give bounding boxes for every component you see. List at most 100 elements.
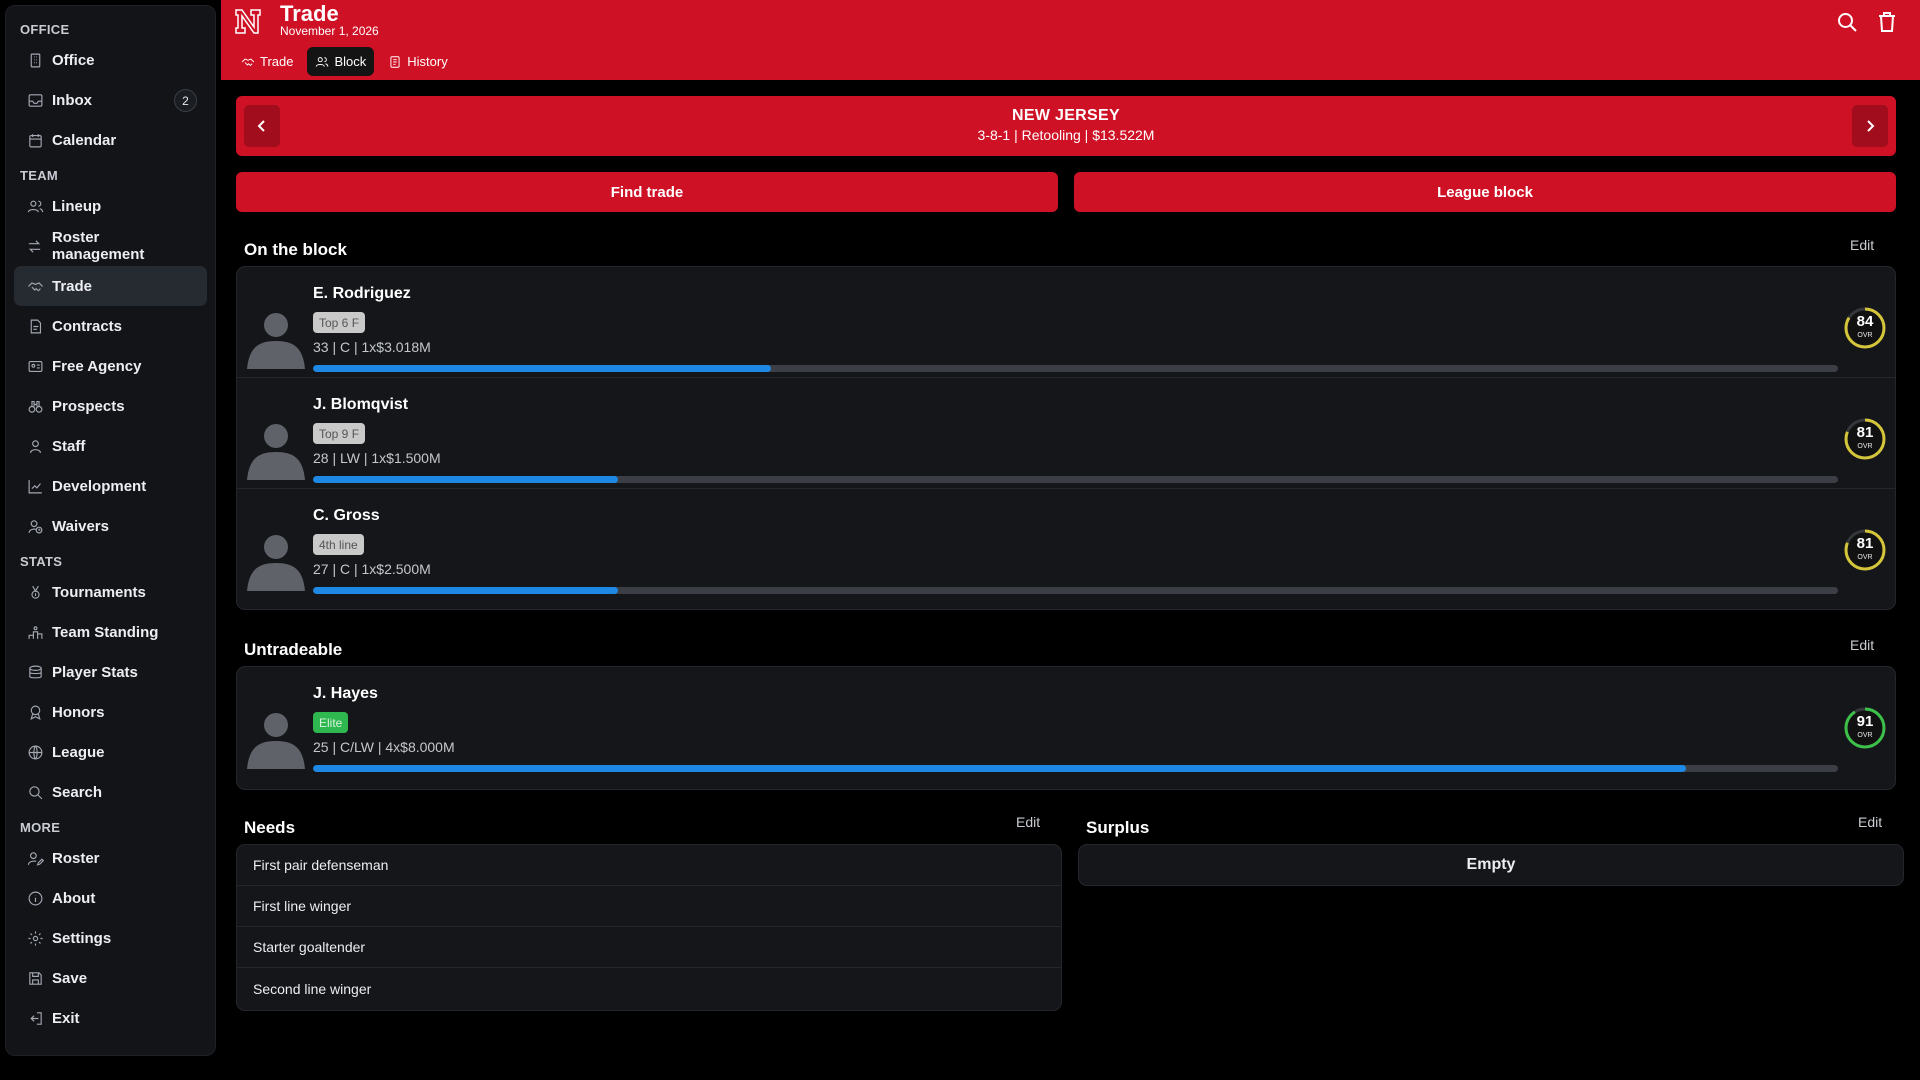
tab-history[interactable]: History	[380, 47, 455, 76]
chevron-left-icon	[257, 120, 265, 132]
player-row[interactable]: J. Blomqvist Top 9 F 28 | LW | 1x$1.500M…	[237, 378, 1895, 489]
player-row[interactable]: C. Gross 4th line 27 | C | 1x$2.500M 81 …	[237, 489, 1895, 600]
find-trade-button[interactable]: Find trade	[236, 172, 1058, 212]
tab-block[interactable]: Block	[307, 47, 375, 76]
id-card-icon	[26, 357, 44, 375]
header: Trade November 1, 2026 Trade Block Histo…	[221, 0, 1920, 80]
surplus-edit-link[interactable]: Edit	[1858, 814, 1882, 830]
player-name: E. Rodriguez	[313, 285, 411, 302]
tab-block-label: Block	[334, 54, 367, 69]
sidebar-item-prospects[interactable]: Prospects	[14, 386, 207, 426]
handshake-icon	[241, 58, 255, 66]
sidebar-item-exit[interactable]: Exit	[14, 998, 207, 1038]
search-icon	[26, 783, 44, 801]
search-icon	[1838, 13, 1857, 32]
sidebar-item-about[interactable]: About	[14, 878, 207, 918]
sidebar-item-waivers[interactable]: Waivers	[14, 506, 207, 546]
sidebar-item-calendar[interactable]: Calendar	[14, 120, 207, 160]
sidebar-item-staff[interactable]: Staff	[14, 426, 207, 466]
sidebar-item-honors[interactable]: Honors	[14, 692, 207, 732]
users-icon	[316, 56, 329, 67]
user-edit-icon	[26, 849, 44, 867]
overall-rating-value: 91	[1856, 713, 1874, 730]
player-row[interactable]: E. Rodriguez Top 6 F 33 | C | 1x$3.018M …	[237, 267, 1895, 378]
calendar-icon	[26, 131, 44, 149]
globe-icon	[26, 743, 44, 761]
untradeable-edit-link[interactable]: Edit	[1850, 637, 1874, 653]
overall-rating-label: OVR	[1857, 554, 1873, 561]
sidebar-item-inbox[interactable]: Inbox 2	[14, 80, 207, 120]
tab-bar: Trade Block History	[233, 47, 456, 76]
sidebar-section-office: OFFICE	[20, 22, 70, 37]
sidebar-item-label: Tournaments	[52, 583, 146, 601]
sidebar-item-label: Save	[52, 969, 88, 987]
sidebar-item-contracts[interactable]: Contracts	[14, 306, 207, 346]
tab-trade-label: Trade	[260, 54, 294, 69]
next-team-button[interactable]	[1852, 105, 1888, 147]
sidebar-item-label: Staff	[52, 437, 86, 455]
sidebar-item-team-standing[interactable]: Team Standing	[14, 612, 207, 652]
sidebar-item-label: Honors	[52, 703, 105, 721]
previous-team-button[interactable]	[244, 105, 280, 147]
sidebar-item-tournaments[interactable]: Tournaments	[14, 572, 207, 612]
sidebar-item-label: Free Agency	[52, 357, 142, 375]
player-avatar-icon	[247, 424, 305, 480]
sidebar-item-league[interactable]: League	[14, 732, 207, 772]
needs-list-item[interactable]: First line winger	[237, 886, 1061, 927]
sidebar-item-roster-management[interactable]: Roster management	[14, 226, 207, 266]
sidebar-item-label: Search	[52, 783, 103, 801]
player-progress-fill	[313, 587, 618, 594]
player-progress-fill	[313, 365, 771, 372]
player-progress-bar	[313, 587, 1838, 594]
overall-rating-label: OVR	[1857, 332, 1873, 339]
sidebar-item-search[interactable]: Search	[14, 772, 207, 812]
sidebar-item-free-agency[interactable]: Free Agency	[14, 346, 207, 386]
on-the-block-edit-link[interactable]: Edit	[1850, 237, 1874, 253]
player-progress-fill	[313, 765, 1686, 772]
swap-icon	[26, 237, 44, 255]
needs-list: First pair defenseman First line winger St…	[236, 844, 1062, 1011]
sidebar-item-roster[interactable]: Roster	[14, 838, 207, 878]
sidebar-item-label: League	[52, 743, 105, 761]
save-icon	[26, 969, 44, 987]
history-icon	[390, 55, 400, 68]
needs-title: Needs	[244, 818, 296, 837]
untradeable-card: J. Hayes Elite 25 | C/LW | 4x$8.000M 91 …	[236, 666, 1896, 790]
sidebar-item-settings[interactable]: Settings	[14, 918, 207, 958]
needs-edit-link[interactable]: Edit	[1016, 814, 1040, 830]
sidebar-section-stats: STATS	[20, 554, 63, 569]
sidebar-item-trade[interactable]: Trade	[14, 266, 207, 306]
overall-rating-label: OVR	[1857, 732, 1873, 739]
sidebar-item-label: Roster management	[51, 229, 145, 263]
delete-button[interactable]	[1875, 10, 1899, 34]
database-icon	[26, 663, 44, 681]
sidebar-item-office[interactable]: Office	[14, 40, 207, 80]
needs-list-item[interactable]: First pair defenseman	[237, 845, 1061, 886]
team-banner: NEW JERSEY 3-8-1 | Retooling | $13.522M	[236, 96, 1896, 156]
player-name: J. Hayes	[313, 685, 378, 702]
sidebar-item-label: Trade	[52, 277, 93, 295]
overall-rating: 81 OVR	[1842, 416, 1888, 462]
exit-icon	[26, 1009, 44, 1027]
sidebar-item-label: Exit	[52, 1009, 80, 1027]
needs-list-item[interactable]: Starter goaltender	[237, 927, 1061, 968]
sidebar-item-label: Player Stats	[52, 663, 138, 681]
binoculars-icon	[26, 397, 44, 415]
overall-rating-value: 81	[1856, 535, 1874, 552]
league-block-button[interactable]: League block	[1074, 172, 1896, 212]
sidebar-item-lineup[interactable]: Lineup	[14, 186, 207, 226]
overall-rating-value: 84	[1856, 313, 1874, 330]
on-the-block-card: E. Rodriguez Top 6 F 33 | C | 1x$3.018M …	[236, 266, 1896, 610]
sidebar-item-development[interactable]: Development	[14, 466, 207, 506]
player-row[interactable]: J. Hayes Elite 25 | C/LW | 4x$8.000M 91 …	[237, 667, 1895, 778]
sidebar-item-label: Roster	[52, 849, 100, 867]
sidebar-item-save[interactable]: Save	[14, 958, 207, 998]
player-details: 27 | C | 1x$2.500M	[313, 561, 431, 577]
search-button[interactable]	[1835, 10, 1859, 34]
sidebar-item-player-stats[interactable]: Player Stats	[14, 652, 207, 692]
tab-trade[interactable]: Trade	[233, 47, 301, 76]
sidebar-item-label: Team Standing	[52, 623, 159, 641]
chevron-right-icon	[1867, 120, 1875, 132]
sidebar: OFFICE Office Inbox 2 Calendar TEAM Line…	[5, 5, 216, 1056]
needs-list-item[interactable]: Second line winger	[237, 968, 1061, 1009]
